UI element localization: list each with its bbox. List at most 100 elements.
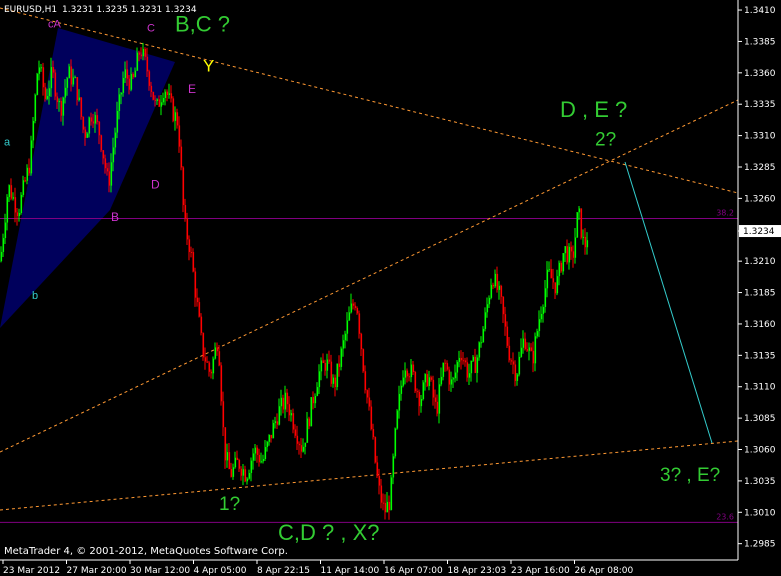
- candle-body: [278, 406, 281, 425]
- candle-body: [414, 372, 417, 392]
- candle-body: [550, 269, 553, 279]
- candle-body: [54, 72, 57, 97]
- current-price-label: 1.3234: [743, 227, 775, 237]
- price-tick-label: 1.3210: [744, 257, 776, 267]
- candle-body: [166, 91, 169, 95]
- candle-body: [304, 442, 307, 447]
- candle-body: [108, 171, 111, 186]
- price-tick-label: 1.3335: [744, 100, 776, 110]
- candle-body: [12, 197, 15, 199]
- candle-body: [352, 303, 355, 306]
- candle-body: [110, 162, 113, 186]
- price-tick-label: 1.3410: [744, 6, 776, 16]
- candle-body: [254, 447, 257, 454]
- candle-body: [570, 246, 573, 252]
- candle-body: [26, 167, 29, 181]
- candle-body: [358, 313, 361, 334]
- price-tick-label: 1.3110: [744, 383, 776, 393]
- candle-body: [394, 428, 397, 457]
- candle-body: [354, 305, 357, 308]
- candle-body: [378, 476, 381, 486]
- candle-body: [340, 348, 343, 367]
- candle-body: [148, 71, 151, 86]
- candle-body: [364, 371, 367, 391]
- candle-body: [562, 253, 565, 272]
- candle-body: [184, 205, 187, 219]
- candle-body: [434, 397, 437, 402]
- candle-body: [494, 273, 497, 287]
- candle-body: [466, 362, 469, 378]
- candle-body: [518, 356, 521, 375]
- price-chart[interactable]: 38.2 23.6 B,C ? YcA C E D Ba b D , E ? 2? 1? C,D ? …: [0, 0, 781, 576]
- wave-label: C: [147, 22, 155, 34]
- candle-body: [506, 326, 509, 346]
- candle-body: [514, 364, 517, 381]
- candle-body: [432, 379, 435, 398]
- candle-body: [290, 413, 293, 416]
- candle-body: [428, 377, 431, 386]
- candle-body: [546, 269, 549, 289]
- candle-body: [586, 240, 589, 248]
- candle-body: [258, 454, 261, 463]
- candle-body: [406, 370, 409, 377]
- price-tick-label: 1.3260: [744, 194, 776, 204]
- candle-body: [174, 112, 177, 121]
- candle-body: [296, 435, 299, 444]
- candle-body: [314, 395, 317, 404]
- candle-body: [72, 77, 75, 85]
- fib-label: 38.2: [716, 208, 734, 217]
- candle-body: [492, 284, 495, 287]
- candle-body: [462, 360, 465, 362]
- candle-body: [62, 97, 65, 116]
- candle-body: [324, 362, 327, 371]
- candle-body: [180, 146, 183, 168]
- candle-body: [42, 67, 45, 88]
- candle-body: [504, 314, 507, 327]
- candle-body: [448, 369, 451, 385]
- fib-label: 23.6: [716, 512, 734, 521]
- candle-body: [192, 252, 195, 272]
- candle-body: [226, 452, 229, 461]
- price-tick-label: 1.3060: [744, 446, 776, 456]
- copyright-label: MetaTrader 4, © 2001-2012, MetaQuotes So…: [4, 546, 288, 557]
- candle-body: [452, 378, 455, 380]
- candle-body: [338, 363, 341, 367]
- time-tick-label: 26 Apr 08:00: [575, 566, 634, 576]
- candle-body: [284, 392, 287, 410]
- price-tick-label: 1.3385: [744, 37, 776, 47]
- candle-body: [170, 93, 173, 99]
- candle-body: [188, 239, 191, 252]
- candle-body: [186, 218, 189, 240]
- candle-body: [410, 364, 413, 378]
- candle-body: [332, 377, 335, 384]
- candle-body: [266, 441, 269, 448]
- candle-body: [558, 262, 561, 277]
- candle-body: [204, 357, 207, 362]
- candle-body: [458, 357, 461, 362]
- candle-body: [454, 372, 457, 379]
- candle-body: [368, 397, 371, 407]
- candle-body: [222, 401, 225, 428]
- candle-body: [390, 477, 393, 510]
- candle-body: [376, 462, 379, 477]
- candle-body: [250, 460, 253, 473]
- candle-body: [120, 92, 123, 95]
- candle-body: [366, 390, 369, 398]
- wave-label: D , E ?: [560, 97, 627, 122]
- candle-body: [490, 284, 493, 298]
- candle-body: [502, 296, 505, 315]
- price-tick-label: 1.3010: [744, 508, 776, 518]
- candle-body: [440, 376, 443, 385]
- candle-body: [68, 66, 71, 79]
- candle-body: [532, 350, 535, 364]
- candle-body: [576, 212, 579, 238]
- candle-body: [536, 331, 539, 337]
- candle-body: [124, 69, 127, 78]
- candle-body: [34, 94, 37, 121]
- candle-body: [196, 297, 199, 303]
- candle-body: [6, 197, 9, 223]
- candle-body: [380, 485, 383, 503]
- candle-body: [300, 445, 303, 452]
- time-tick-label: 8 Apr 22:15: [257, 566, 310, 576]
- candle-body: [132, 73, 135, 78]
